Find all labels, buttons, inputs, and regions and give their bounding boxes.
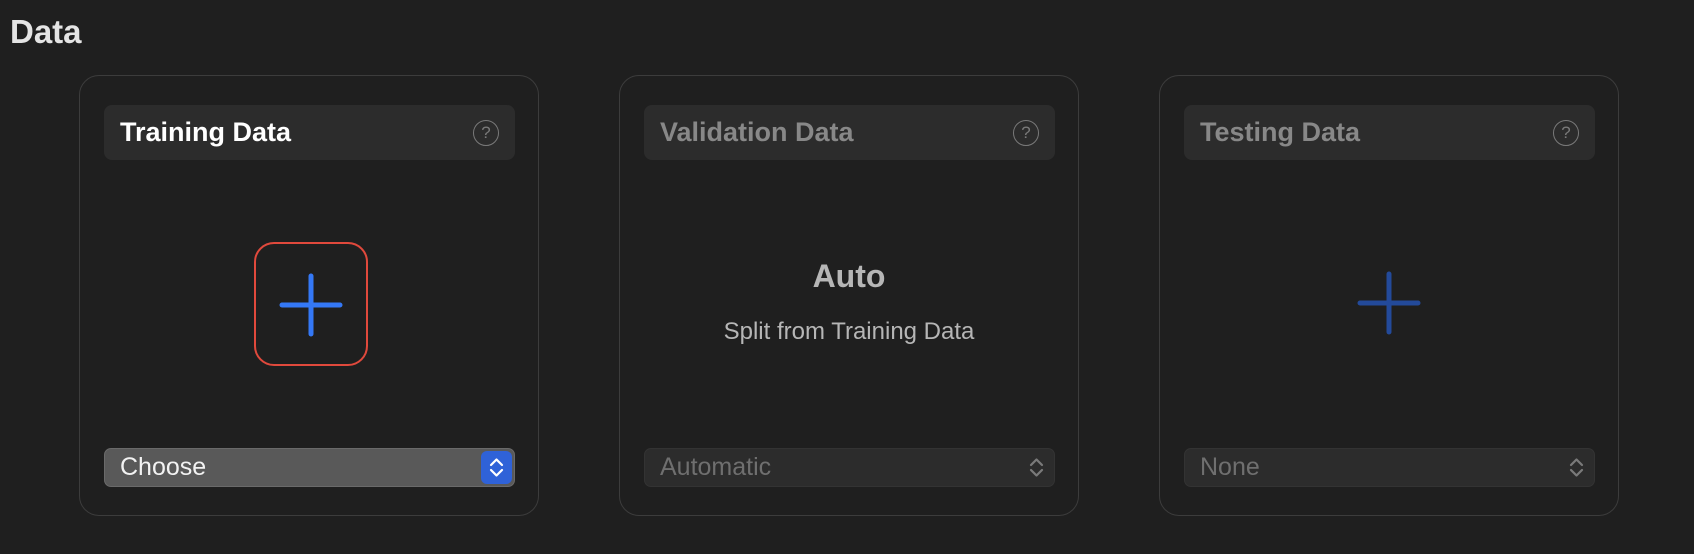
- add-training-data-button[interactable]: [254, 242, 368, 366]
- help-icon[interactable]: ?: [473, 120, 499, 146]
- training-data-title: Training Data: [120, 117, 292, 147]
- help-icon[interactable]: ?: [1013, 120, 1039, 146]
- testing-data-popup-value: None: [1200, 453, 1260, 481]
- chevron-up-down-icon: [1021, 451, 1052, 484]
- testing-data-popup[interactable]: None: [1184, 448, 1595, 487]
- testing-data-title: Testing Data: [1200, 117, 1361, 147]
- training-data-popup[interactable]: Choose: [104, 448, 515, 487]
- help-icon[interactable]: ?: [1553, 120, 1579, 146]
- testing-data-header: Testing Data ?: [1184, 105, 1595, 160]
- add-testing-data-button[interactable]: [1334, 242, 1448, 366]
- testing-data-panel: Testing Data ? None: [1159, 75, 1619, 516]
- validation-data-title: Validation Data: [660, 117, 854, 147]
- chevron-up-down-icon: [481, 451, 512, 484]
- validation-data-panel: Validation Data ? Auto Split from Traini…: [619, 75, 1079, 516]
- validation-data-header: Validation Data ?: [644, 105, 1055, 160]
- validation-data-popup[interactable]: Automatic: [644, 448, 1055, 487]
- section-title: Data: [10, 13, 82, 50]
- plus-icon: [279, 273, 343, 337]
- plus-icon: [1357, 271, 1421, 335]
- training-data-popup-value: Choose: [120, 453, 207, 481]
- auto-subtitle: Split from Training Data: [723, 318, 975, 345]
- chevron-up-down-icon: [1561, 451, 1592, 484]
- training-data-header: Training Data ?: [104, 105, 515, 160]
- auto-title: Auto: [812, 258, 886, 294]
- training-data-panel: Training Data ? Choose: [79, 75, 539, 516]
- validation-data-popup-value: Automatic: [660, 453, 772, 481]
